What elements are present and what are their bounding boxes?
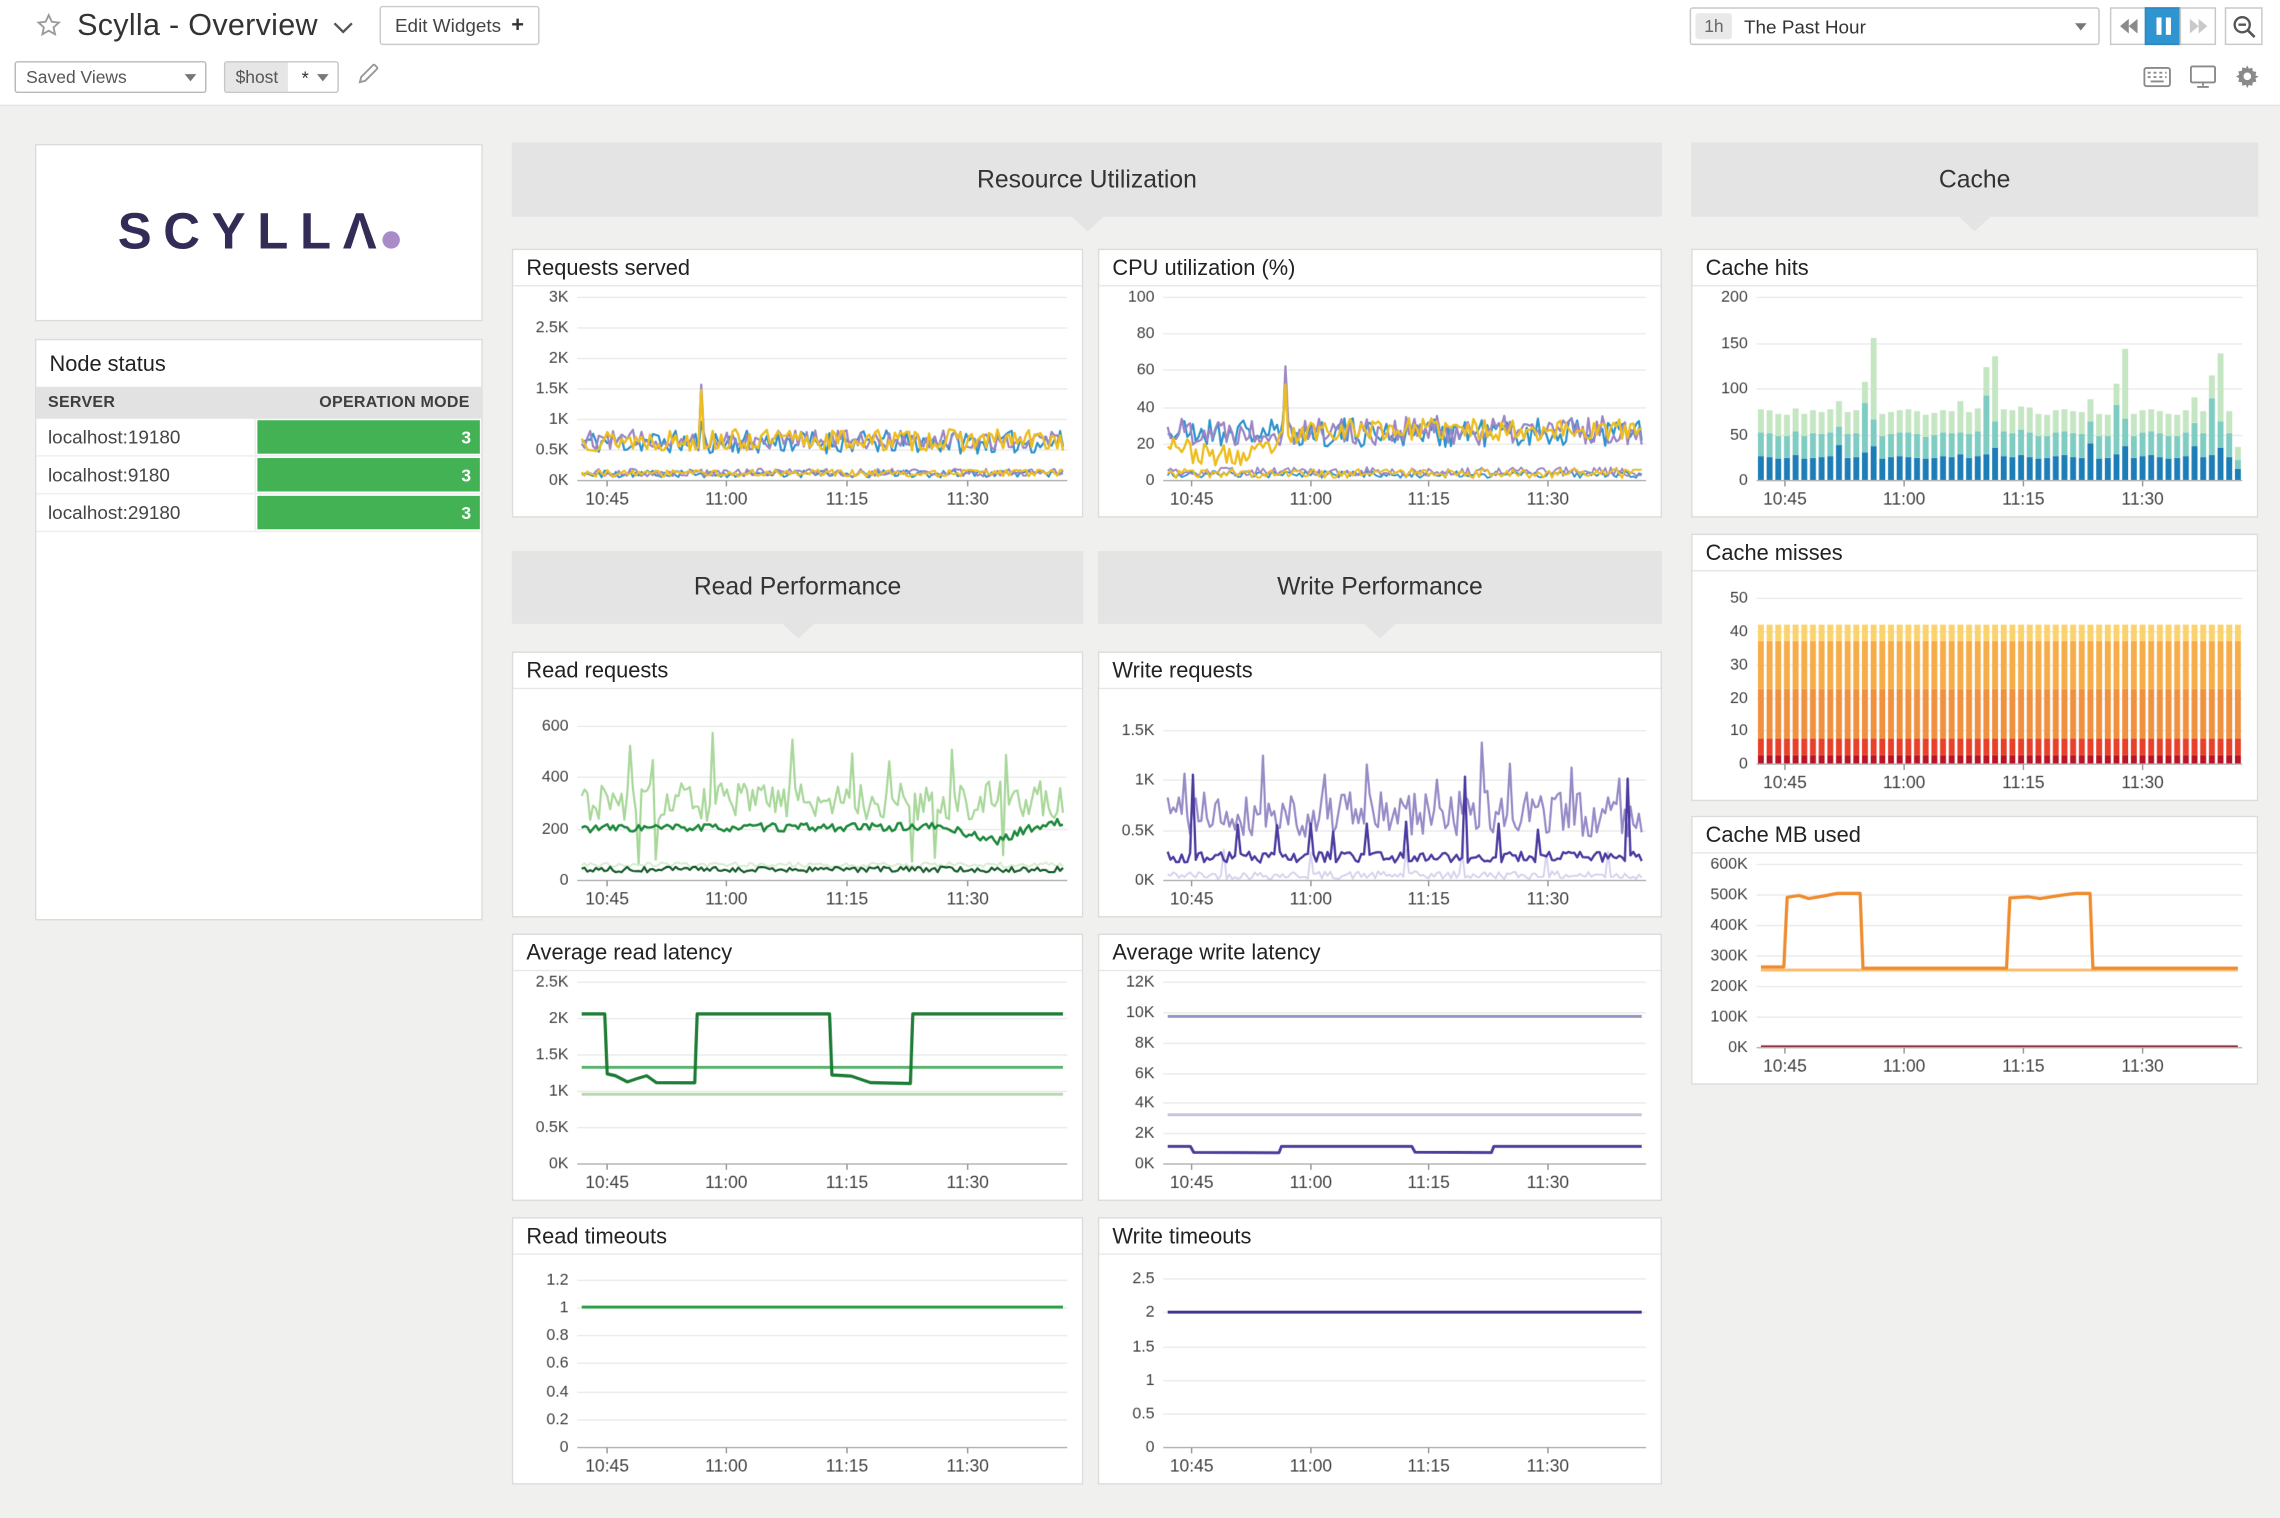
server-cell: localhost:9180	[36, 457, 256, 493]
scylla-dashboard: Scylla - Overview Edit Widgets + 1h The …	[0, 0, 2280, 1518]
chart-title: Requests served	[513, 250, 1082, 286]
chart-cache-mb-used[interactable]: Cache MB used	[1691, 816, 2258, 1085]
operation-mode-bar: 3	[257, 420, 479, 453]
tv-screenboard-icon[interactable]	[2190, 65, 2216, 96]
top-bar: Scylla - Overview Edit Widgets + 1h The …	[0, 0, 2280, 52]
section-header-cache: Cache	[1691, 143, 2258, 217]
chart-average-read-latency[interactable]: Average read latency	[512, 934, 1083, 1202]
chart-canvas[interactable]	[1099, 689, 1660, 914]
chart-canvas[interactable]	[1099, 1255, 1660, 1482]
server-cell: localhost:29180	[36, 494, 256, 530]
chart-canvas[interactable]	[1693, 286, 2257, 514]
chart-requests-served[interactable]: Requests served	[512, 249, 1083, 518]
scylla-logo-dot	[382, 231, 399, 248]
chart-title: Cache misses	[1693, 535, 2257, 571]
chart-canvas[interactable]	[513, 689, 1082, 914]
chart-cache-misses[interactable]: Cache misses	[1691, 534, 2258, 802]
favorite-star-icon[interactable]	[35, 12, 63, 40]
chart-read-timeouts[interactable]: Read timeouts	[512, 1217, 1083, 1485]
saved-views-caret-icon	[185, 73, 197, 86]
chart-title: Average read latency	[513, 935, 1082, 971]
scylla-logo-panel: SCYLLΛ	[35, 144, 483, 321]
chart-title: Write requests	[1099, 653, 1660, 689]
dashboard-content: SCYLLΛ Node status SERVER OPERATION MODE…	[0, 106, 2280, 1518]
chart-read-requests[interactable]: Read requests	[512, 651, 1083, 917]
chart-canvas[interactable]	[513, 286, 1082, 514]
chart-write-requests[interactable]: Write requests	[1098, 651, 1662, 917]
chart-canvas[interactable]	[513, 1255, 1082, 1482]
edit-widgets-button[interactable]: Edit Widgets +	[379, 6, 540, 45]
chart-cache-hits[interactable]: Cache hits	[1691, 249, 2258, 518]
table-row[interactable]: localhost:29180 3	[36, 494, 481, 532]
table-row[interactable]: localhost:19180 3	[36, 419, 481, 457]
toolbar: Saved Views $host *	[0, 52, 2280, 106]
chart-canvas[interactable]	[1099, 971, 1660, 1198]
server-cell: localhost:19180	[36, 419, 256, 455]
pause-button[interactable]	[2145, 7, 2181, 45]
saved-views-select[interactable]: Saved Views	[15, 61, 207, 93]
saved-views-label: Saved Views	[26, 67, 127, 87]
scylla-wordmark: SCYLLΛ	[118, 204, 389, 261]
chart-canvas[interactable]	[1693, 571, 2257, 798]
host-var-name: $host	[225, 63, 288, 92]
playback-controls	[2111, 7, 2216, 45]
chart-average-write-latency[interactable]: Average write latency	[1098, 934, 1662, 1202]
time-range-selector[interactable]: 1h The Past Hour	[1690, 7, 2100, 45]
table-row[interactable]: localhost:9180 3	[36, 457, 481, 495]
rewind-button[interactable]	[2110, 7, 2146, 45]
plus-icon: +	[511, 18, 524, 33]
time-range-caret-icon	[2075, 23, 2087, 36]
column-header-server: SERVER	[48, 394, 115, 411]
time-range-label: The Past Hour	[1744, 15, 1866, 37]
section-header-resource-utilization: Resource Utilization	[512, 143, 1662, 217]
chart-title: Read timeouts	[513, 1219, 1082, 1255]
chart-title: Write timeouts	[1099, 1219, 1660, 1255]
operation-mode-bar: 3	[257, 496, 479, 529]
zoom-out-button[interactable]	[2225, 7, 2263, 45]
chart-cpu-utilization[interactable]: CPU utilization (%)	[1098, 249, 1662, 518]
title-dropdown-caret-icon[interactable]	[332, 15, 352, 41]
chart-canvas[interactable]	[1099, 286, 1660, 514]
host-template-variable[interactable]: $host *	[224, 61, 339, 93]
chart-title: Cache hits	[1693, 250, 2257, 286]
host-var-caret-icon	[318, 73, 330, 86]
chart-canvas[interactable]	[1693, 854, 2257, 1082]
keyboard-shortcuts-icon[interactable]	[2143, 66, 2171, 94]
time-range-badge: 1h	[1695, 13, 1732, 39]
node-status-panel: Node status SERVER OPERATION MODE localh…	[35, 339, 483, 921]
section-header-read-performance: Read Performance	[512, 551, 1083, 624]
chart-title: CPU utilization (%)	[1099, 250, 1660, 286]
section-header-write-performance: Write Performance	[1098, 551, 1662, 624]
chart-title: Average write latency	[1099, 935, 1660, 971]
fast-forward-button[interactable]	[2180, 7, 2216, 45]
chart-title: Read requests	[513, 653, 1082, 689]
chart-canvas[interactable]	[513, 971, 1082, 1198]
scylla-logo: SCYLLΛ	[118, 204, 400, 262]
host-var-value: *	[288, 66, 314, 88]
edit-widgets-label: Edit Widgets	[395, 15, 501, 37]
page-title: Scylla - Overview	[77, 8, 318, 43]
node-status-header-row: SERVER OPERATION MODE	[36, 387, 481, 419]
chart-write-timeouts[interactable]: Write timeouts	[1098, 1217, 1662, 1485]
column-header-operation-mode: OPERATION MODE	[319, 394, 469, 411]
operation-mode-bar: 3	[257, 458, 479, 491]
chart-title: Cache MB used	[1693, 817, 2257, 853]
node-status-title: Node status	[36, 340, 481, 387]
settings-gear-icon[interactable]	[2235, 64, 2260, 96]
edit-pencil-icon[interactable]	[357, 62, 380, 93]
